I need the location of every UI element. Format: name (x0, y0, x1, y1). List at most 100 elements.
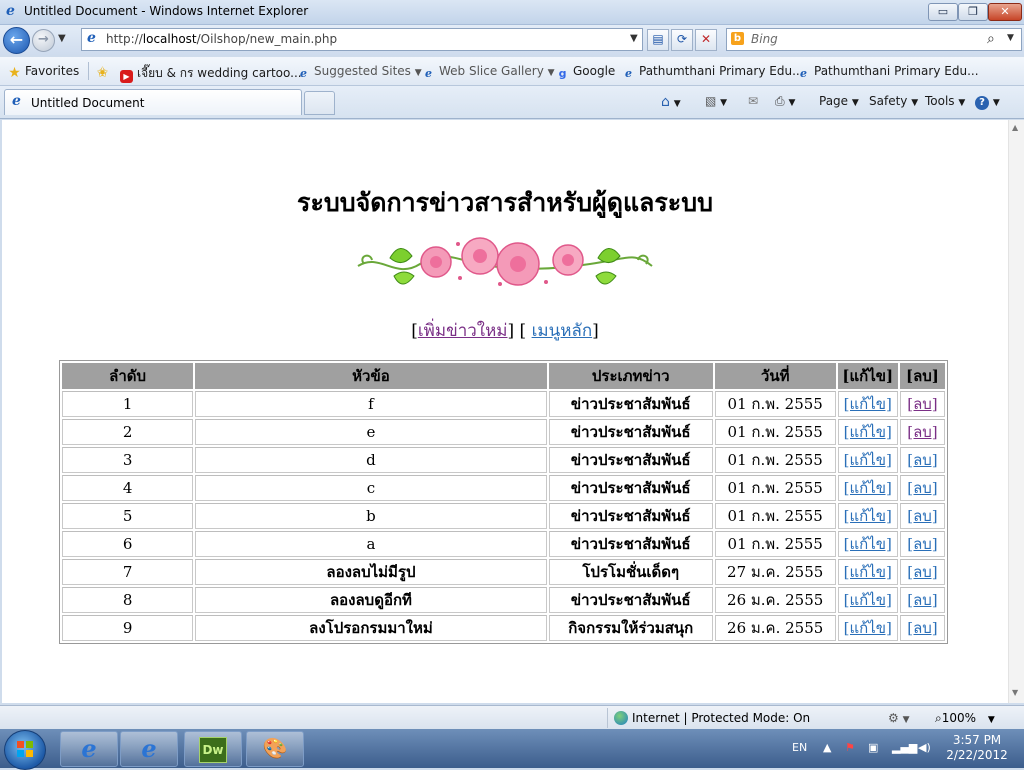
fav-item-pathumthani-2[interactable]: e Pathumthani Primary Edu... (797, 64, 979, 80)
zoom-control[interactable]: ⌕100% ▼ (935, 711, 995, 726)
cell-date: 01 ก.พ. 2555 (714, 531, 836, 557)
search-placeholder[interactable]: Bing (751, 32, 778, 46)
delete-link[interactable]: [ลบ] (907, 507, 937, 525)
stop-button[interactable]: ✕ (695, 29, 717, 51)
chevron-down-icon: ▼ (851, 98, 859, 108)
system-clock[interactable]: 3:57 PM 2/22/2012 (940, 733, 1014, 763)
header-edit: [แก้ไข] (837, 363, 898, 389)
window-title: Untitled Document - Windows Internet Exp… (24, 4, 309, 18)
delete-link[interactable]: [ลบ] (907, 535, 937, 553)
page-menu[interactable]: Page ▼ (819, 94, 859, 108)
ie-logo-icon: e (6, 3, 15, 19)
edit-link[interactable]: [แก้ไข] (844, 563, 892, 581)
delete-link[interactable]: [ลบ] (907, 423, 937, 441)
close-button[interactable]: ✕ (988, 3, 1022, 21)
delete-link[interactable]: [ลบ] (907, 591, 937, 609)
favorites-separator (88, 62, 89, 80)
action-center-icon[interactable]: ⚑ (845, 741, 855, 754)
fav-item-suggested-sites[interactable]: e Suggested Sites ▼ (297, 64, 422, 80)
start-button[interactable] (4, 730, 46, 770)
feeds-button[interactable]: ▧ ▼ (705, 94, 727, 108)
header-title: หัวข้อ (195, 363, 547, 389)
edit-link[interactable]: [แก้ไข] (844, 395, 892, 413)
volume-icon[interactable]: ◀) (918, 741, 931, 754)
refresh-button[interactable]: ⟳ (671, 29, 693, 51)
address-bar[interactable]: e http://localhost/Oilshop/new_main.php … (81, 28, 643, 51)
scroll-up-icon[interactable]: ▲ (1012, 123, 1018, 132)
home-icon: ⌂ (661, 94, 670, 110)
page-content: ระบบจัดการข่าวสารสำหรับผู้ดูแลระบบ [เพิ่… (2, 120, 1008, 703)
compatibility-view-button[interactable]: ▤ (647, 29, 669, 51)
tab-label: Untitled Document (31, 96, 145, 110)
read-mail-button[interactable]: ✉ (748, 94, 758, 108)
fav-item-web-slice-gallery[interactable]: e Web Slice Gallery ▼ (422, 64, 555, 80)
header-delete: [ลบ] (899, 363, 945, 389)
cell-type: ข่าวประชาสัมพันธ์ (548, 475, 713, 501)
edit-link[interactable]: [แก้ไข] (844, 591, 892, 609)
main-menu-link[interactable]: เมนูหลัก (532, 321, 593, 341)
ie-tab-icon: e (12, 93, 21, 109)
edit-link[interactable]: [แก้ไข] (844, 619, 892, 637)
device-icon[interactable]: ▣ (868, 741, 878, 754)
maximize-button[interactable]: ❐ (958, 3, 988, 21)
taskbar-ie-2[interactable]: e (120, 731, 178, 767)
bing-icon: b (731, 32, 744, 45)
taskbar-ie-1[interactable]: e (60, 731, 118, 767)
network-icon[interactable]: ▂▄▆ (892, 741, 917, 754)
edit-link[interactable]: [แก้ไข] (844, 535, 892, 553)
forward-button[interactable]: → (32, 29, 55, 52)
history-dropdown-icon[interactable]: ▼ (58, 33, 66, 44)
search-icon[interactable]: ⌕ (987, 31, 995, 47)
cell-type: ข่าวประชาสัมพันธ์ (548, 447, 713, 473)
star-icon: ★ (8, 65, 21, 81)
add-news-link[interactable]: เพิ่มข่าวใหม่ (418, 321, 508, 341)
ie-page-icon: e (425, 67, 432, 80)
print-button[interactable]: ⎙ ▼ (775, 94, 795, 109)
show-hidden-icons[interactable]: ▲ (823, 741, 831, 754)
vertical-scrollbar[interactable]: ▲ ▼ (1008, 120, 1024, 703)
help-button[interactable]: ? ▼ (975, 94, 1000, 110)
edit-link[interactable]: [แก้ไข] (844, 479, 892, 497)
delete-link[interactable]: [ลบ] (907, 395, 937, 413)
scroll-down-icon[interactable]: ▼ (1012, 688, 1018, 697)
chevron-down-icon: ▼ (414, 68, 422, 78)
chevron-down-icon: ▼ (720, 98, 728, 108)
tools-menu[interactable]: Tools ▼ (925, 94, 965, 108)
delete-link[interactable]: [ลบ] (907, 619, 937, 637)
fav-item-wedding[interactable]: ▶ เจี๊ยบ & กร wedding cartoo... (120, 64, 302, 83)
fav-item-google[interactable]: g Google (556, 64, 616, 80)
safety-menu[interactable]: Safety ▼ (869, 94, 918, 108)
cell-type: กิจกรรมให้ร่วมสนุก (548, 615, 713, 641)
security-zone[interactable]: Internet | Protected Mode: On (614, 711, 810, 725)
add-favorite-button[interactable]: ✬ (96, 64, 113, 80)
tab-untitled-document[interactable]: e Untitled Document (4, 89, 302, 115)
address-dropdown-icon[interactable]: ▼ (630, 33, 638, 44)
fav-item-pathumthani-1[interactable]: e Pathumthani Primary Edu... (622, 64, 804, 80)
taskbar-dreamweaver[interactable]: Dw (184, 731, 242, 767)
search-dropdown-icon[interactable]: ▼ (1007, 33, 1014, 43)
language-indicator[interactable]: EN (792, 741, 807, 754)
home-button[interactable]: ⌂ ▼ (661, 94, 681, 110)
page-title: ระบบจัดการข่าวสารสำหรับผู้ดูแลระบบ (297, 188, 713, 217)
edit-link[interactable]: [แก้ไข] (844, 507, 892, 525)
ie-page-icon: e (625, 67, 632, 80)
minimize-button[interactable]: ▭ (928, 3, 958, 21)
back-button[interactable]: ← (3, 27, 30, 54)
delete-link[interactable]: [ลบ] (907, 563, 937, 581)
delete-link[interactable]: [ลบ] (907, 479, 937, 497)
address-url[interactable]: http://localhost/Oilshop/new_main.php (106, 32, 337, 46)
clock-time: 3:57 PM (952, 733, 1002, 747)
cell-type: ข่าวประชาสัมพันธ์ (548, 503, 713, 529)
cell-type: ข่าวประชาสัมพันธ์ (548, 587, 713, 613)
search-box[interactable]: b Bing ⌕ ▼ (726, 28, 1022, 51)
protected-mode-icon[interactable]: ⚙ ▼ (888, 711, 910, 725)
delete-link[interactable]: [ลบ] (907, 451, 937, 469)
taskbar-paint[interactable]: 🎨 (246, 731, 304, 767)
news-table: ลำดับ หัวข้อ ประเภทข่าว วันที่ [แก้ไข] [… (59, 360, 948, 644)
header-type: ประเภทข่าว (548, 363, 713, 389)
favorites-button[interactable]: ★ Favorites (8, 64, 79, 80)
new-tab-button[interactable] (304, 91, 335, 115)
table-row: 9 ลงโปรอกรมมาใหม่ กิจกรรมให้ร่วมสนุก 26 … (62, 615, 945, 641)
edit-link[interactable]: [แก้ไข] (844, 451, 892, 469)
edit-link[interactable]: [แก้ไข] (844, 423, 892, 441)
